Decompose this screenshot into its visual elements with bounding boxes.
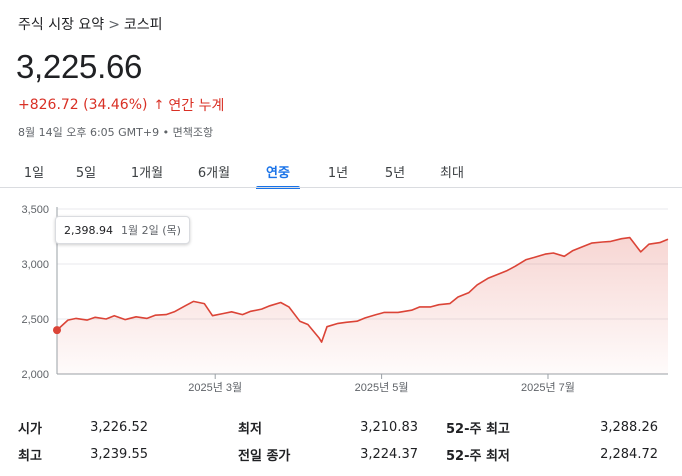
tab-1d[interactable]: 1일	[10, 156, 58, 188]
tooltip-value: 2,398.94	[64, 224, 113, 237]
stat-label: 시가	[18, 422, 42, 437]
stat-label: 52-주 최저	[446, 449, 510, 464]
stats-row: 시가 3,226.52 최저 3,210.83 52-주 최고 3,288.26	[18, 414, 658, 441]
breadcrumb-separator: >	[108, 17, 120, 33]
stat-value: 3,239.55	[90, 447, 148, 462]
x-tick-label: 2025년 7월	[521, 381, 575, 394]
y-tick-label: 2,000	[21, 369, 49, 381]
tab-ytd[interactable]: 연중	[248, 156, 308, 189]
stat-value: 3,226.52	[90, 420, 148, 435]
highlight-point	[53, 326, 61, 335]
tab-5y[interactable]: 5년	[368, 156, 422, 188]
y-axis: 2,000 2,500 3,000 3,500	[21, 204, 49, 381]
tab-1y[interactable]: 1년	[308, 156, 368, 188]
y-tick-label: 2,500	[21, 314, 49, 326]
stats-table: 시가 3,226.52 최저 3,210.83 52-주 최고 3,288.26…	[18, 414, 658, 468]
tabs-divider	[0, 187, 682, 188]
tab-5d[interactable]: 5일	[58, 156, 114, 188]
index-price: 3,225.66	[16, 48, 143, 85]
change-value: +826.72 (34.46%)	[18, 97, 148, 113]
breadcrumb-current: 코스피	[123, 17, 163, 33]
tooltip-date: 1월 2일 (목)	[120, 224, 181, 237]
stat-label: 최저	[238, 422, 262, 437]
y-tick-label: 3,000	[21, 259, 49, 271]
stat-value: 2,284.72	[600, 447, 658, 462]
stat-label: 전일 종가	[238, 449, 291, 464]
stat-value: 3,210.83	[360, 420, 418, 435]
tab-6m[interactable]: 6개월	[180, 156, 248, 188]
timestamp-disclaimer: 8월 14일 오후 6:05 GMT+9 • 면책조항	[18, 126, 214, 139]
arrow-up-icon: ↑	[153, 97, 165, 113]
stats-row: 최고 3,239.55 전일 종가 3,224.37 52-주 최저 2,284…	[18, 441, 658, 468]
breadcrumb-parent-link[interactable]: 주식 시장 요약	[18, 17, 104, 33]
stat-label: 최고	[18, 449, 42, 464]
tab-max[interactable]: 최대	[422, 156, 482, 188]
stat-value: 3,224.37	[360, 447, 418, 462]
x-tick-label: 2025년 5월	[355, 381, 409, 394]
range-tabs: 1일 5일 1개월 6개월 연중 1년 5년 최대	[10, 156, 482, 189]
breadcrumb: 주식 시장 요약 > 코스피	[18, 14, 163, 34]
x-tick-label: 2025년 3월	[188, 381, 242, 394]
change-period: 연간 누계	[168, 98, 225, 114]
price-change: +826.72 (34.46%) ↑ 연간 누계	[18, 95, 224, 115]
price-area	[57, 237, 668, 374]
x-axis: 2025년 3월 2025년 5월 2025년 7월	[57, 373, 668, 394]
chart-tooltip: 2,398.94 1월 2일 (목)	[55, 216, 190, 244]
y-tick-label: 3,500	[21, 204, 49, 216]
stat-label: 52-주 최고	[446, 422, 510, 437]
tab-1m[interactable]: 1개월	[114, 156, 180, 188]
stat-value: 3,288.26	[600, 420, 658, 435]
